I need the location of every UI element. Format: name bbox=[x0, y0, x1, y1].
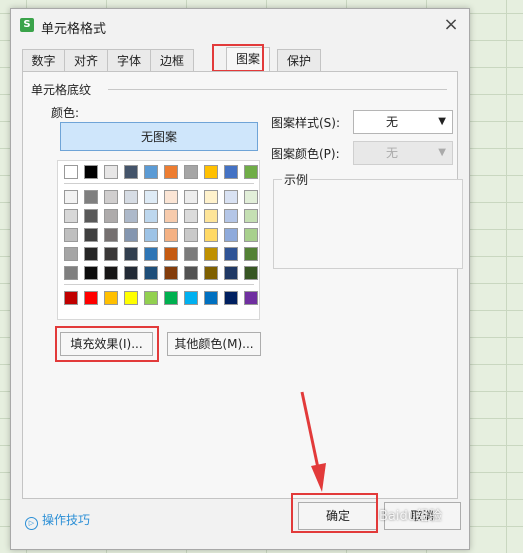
arrow-head bbox=[311, 463, 326, 492]
annotation-arrow bbox=[300, 391, 326, 492]
watermark-text: Baidu经验 bbox=[379, 509, 442, 524]
arrow-shaft bbox=[300, 391, 320, 469]
